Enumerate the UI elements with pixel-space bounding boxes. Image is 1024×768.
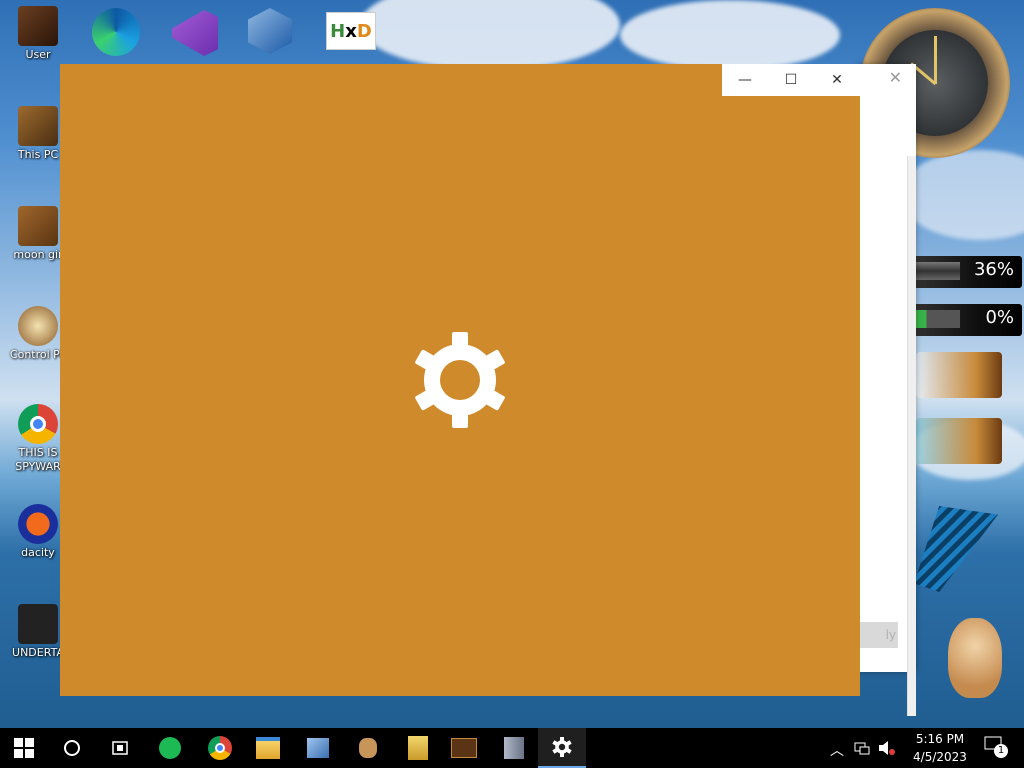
memory-meter: 0% (912, 304, 1022, 336)
control-panel-icon (18, 306, 58, 346)
background-window-close-button[interactable]: ✕ (889, 68, 902, 87)
chrome-taskbar-button[interactable] (196, 728, 244, 768)
remote-desktop-icon (307, 738, 329, 758)
box-icon (18, 206, 58, 246)
apply-button[interactable]: ly (860, 622, 898, 648)
pipes-decoration (914, 506, 998, 592)
meter-pipe (912, 262, 960, 280)
notification-center-button[interactable]: 1 (984, 736, 1008, 760)
file-explorer-icon (256, 737, 280, 759)
title-bar: — ☐ ✕ (722, 64, 860, 96)
spotify-taskbar-button[interactable] (146, 728, 194, 768)
cloud (900, 150, 1024, 240)
hamster-app-icon (359, 738, 377, 758)
hamster-widget (944, 604, 1006, 704)
desktop-icon-label: User (25, 48, 51, 61)
this-pc-icon (18, 106, 58, 146)
file-explorer-taskbar-button[interactable] (244, 728, 292, 768)
cloud (360, 0, 620, 70)
task-view-button[interactable] (96, 728, 144, 768)
minimize-button[interactable]: — (722, 64, 768, 96)
drive-tube-1 (916, 352, 1002, 398)
settings-taskbar-button[interactable] (538, 728, 586, 768)
taskbar: ︿ 5:16 PM 4/5/2023 1 (0, 728, 1024, 768)
video-app-taskbar-button[interactable] (440, 728, 488, 768)
unity-icon (18, 604, 58, 644)
background-settings-window[interactable]: ✕ ly (858, 64, 916, 716)
video-app-icon (451, 738, 477, 758)
maximize-button[interactable]: ☐ (768, 64, 814, 96)
tray-date: 4/5/2023 (913, 750, 967, 764)
user-folder-icon (18, 6, 58, 46)
cloud (620, 0, 840, 70)
clock-tray[interactable]: 5:16 PM 4/5/2023 (900, 730, 980, 766)
clock-hour-hand (934, 36, 937, 84)
close-button[interactable]: ✕ (814, 64, 860, 96)
network-icon[interactable] (854, 740, 870, 756)
edge-shortcut[interactable] (92, 8, 140, 56)
desktop-icon-user[interactable]: User (6, 6, 70, 62)
tray-time: 5:16 PM (915, 732, 965, 746)
chrome-icon (18, 404, 58, 444)
background-window-scroll-area (907, 156, 916, 716)
search-button[interactable] (48, 728, 96, 768)
folder-globe-taskbar-button[interactable] (394, 728, 442, 768)
gear-icon (415, 332, 505, 428)
start-button[interactable] (0, 728, 48, 768)
cpu-meter-value: 36% (973, 259, 1014, 280)
chrome-icon (208, 736, 232, 760)
task-view-icon (112, 741, 128, 755)
settings-gear-icon (552, 737, 572, 757)
hxd-shortcut[interactable]: HxD (326, 12, 376, 50)
virtualbox-shortcut[interactable] (248, 8, 292, 54)
drive-tube-2 (916, 418, 1002, 464)
show-hidden-icons-chevron-icon[interactable]: ︿ (830, 740, 844, 760)
cpu-meter: 36% (912, 256, 1022, 288)
hamster-taskbar-button[interactable] (344, 728, 392, 768)
archive-taskbar-button[interactable] (490, 728, 538, 768)
remote-desktop-taskbar-button[interactable] (294, 728, 342, 768)
hxd-icon: H (330, 20, 346, 42)
folder-globe-icon (408, 736, 428, 760)
volume-muted-icon[interactable] (878, 740, 896, 756)
audacity-icon (18, 504, 58, 544)
settings-splash-window[interactable]: — ☐ ✕ (60, 64, 860, 696)
memory-meter-value: 0% (985, 307, 1014, 328)
archive-icon (504, 737, 524, 759)
start-icon (14, 738, 34, 758)
notification-count-badge: 1 (994, 744, 1008, 758)
visual-studio-shortcut[interactable] (172, 10, 218, 56)
search-circle-icon (64, 740, 80, 756)
spotify-icon (159, 737, 181, 759)
meter-pipe (912, 310, 960, 328)
